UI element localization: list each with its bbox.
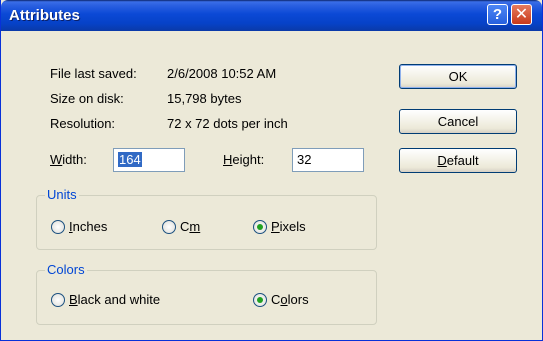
height-label: Height: <box>223 152 264 167</box>
default-button[interactable]: Default <box>399 148 517 173</box>
close-button[interactable]: ✕ <box>511 4 532 25</box>
colors-mnemonic: o <box>280 292 288 307</box>
resolution-value: 72 x 72 dots per inch <box>167 116 288 131</box>
cancel-button[interactable]: Cancel <box>399 109 517 134</box>
width-label-rest: idth: <box>62 152 87 167</box>
colors-pre: C <box>271 292 281 307</box>
radio-colors[interactable] <box>253 293 267 307</box>
radio-pixels[interactable] <box>253 220 267 234</box>
units-legend: Units <box>45 187 79 202</box>
height-label-rest: eight: <box>232 152 265 167</box>
width-input[interactable]: 164 <box>113 148 185 172</box>
bw-rest: lack and white <box>77 292 161 307</box>
width-label: Width: <box>50 152 87 167</box>
colors-rest: lors <box>287 292 309 307</box>
cm-mnemonic: m <box>189 219 201 234</box>
radio-cm-label[interactable]: Cm <box>180 219 200 234</box>
radio-pixels-label[interactable]: Pixels <box>271 219 306 234</box>
radio-black-and-white-label[interactable]: Black and white <box>69 292 160 307</box>
cm-pre: C <box>180 219 190 234</box>
radio-inches-label[interactable]: Inches <box>69 219 107 234</box>
file-last-saved-label: File last saved: <box>50 66 137 81</box>
width-mnemonic: W <box>50 152 63 167</box>
pixels-mnemonic: P <box>271 219 280 234</box>
ok-button[interactable]: OK <box>399 64 517 89</box>
close-icon: ✕ <box>514 6 529 23</box>
default-rest: efault <box>446 153 479 168</box>
height-input[interactable]: 32 <box>292 148 364 172</box>
size-on-disk-value: 15,798 bytes <box>167 91 242 106</box>
width-input-value: 164 <box>118 152 142 167</box>
file-last-saved-value: 2/6/2008 10:52 AM <box>167 66 277 81</box>
help-button[interactable]: ? <box>487 4 508 25</box>
colors-legend: Colors <box>45 262 87 277</box>
pixels-rest: ixels <box>279 219 306 234</box>
dialog-title: Attributes <box>9 7 80 24</box>
default-mnemonic: D <box>437 153 447 168</box>
radio-cm[interactable] <box>162 220 176 234</box>
radio-black-and-white[interactable] <box>51 293 65 307</box>
resolution-label: Resolution: <box>50 116 116 131</box>
attributes-dialog: Attributes ? ✕ File last saved: 2/6/2008… <box>0 0 543 341</box>
height-input-value: 32 <box>297 152 312 167</box>
bw-mnemonic: B <box>69 292 78 307</box>
help-icon: ? <box>492 6 503 23</box>
title-bar[interactable]: Attributes ? ✕ <box>1 0 542 31</box>
height-mnemonic: H <box>223 152 233 167</box>
size-on-disk-label: Size on disk: <box>50 91 124 106</box>
inches-rest: nches <box>72 219 108 234</box>
radio-colors-label[interactable]: Colors <box>271 292 309 307</box>
radio-inches[interactable] <box>51 220 65 234</box>
